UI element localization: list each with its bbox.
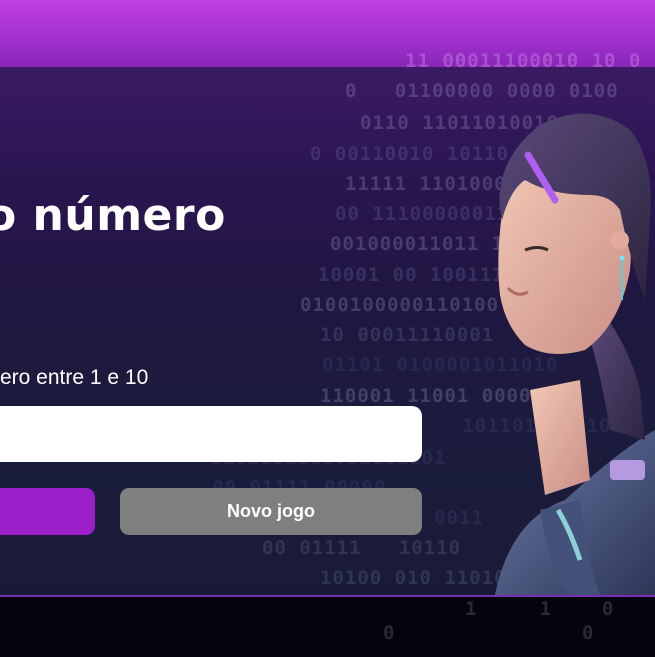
top-strip: [0, 0, 655, 68]
new-game-button-label: Novo jogo: [227, 501, 315, 521]
woman-with-headset-portrait: [495, 113, 655, 595]
page-title-text: o número: [0, 190, 226, 241]
guess-input[interactable]: [0, 406, 422, 462]
new-game-button[interactable]: Novo jogo: [120, 488, 422, 535]
bottom-strip: [0, 595, 655, 657]
page-title: o número: [0, 190, 226, 241]
guess-prompt-text: ero entre 1 e 10: [0, 366, 149, 389]
guess-button[interactable]: [0, 488, 95, 535]
guess-prompt: ero entre 1 e 10: [0, 366, 148, 390]
